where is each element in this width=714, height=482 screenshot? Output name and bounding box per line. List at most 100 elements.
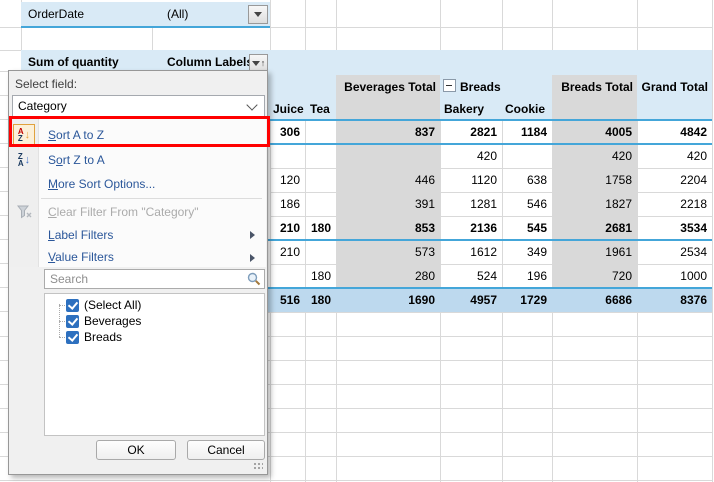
pivot-cell[interactable] [502,144,552,168]
pivot-cell[interactable]: 186 [270,192,305,216]
pivot-cell[interactable]: 349 [502,240,552,264]
pivot-cell[interactable]: 180 [305,264,336,288]
pivot-cell[interactable] [270,144,305,168]
gridline [305,0,306,50]
pivot-cell[interactable]: 196 [502,264,552,288]
search-icon [247,272,261,291]
pivot-cell[interactable]: 546 [502,192,552,216]
pivot-cell[interactable]: 1184 [502,120,552,144]
pivot-cell[interactable]: 391 [336,192,440,216]
pivot-cell[interactable]: 420 [552,144,637,168]
pivot-cell[interactable]: 4842 [637,120,712,144]
pivot-cell[interactable]: 524 [440,264,502,288]
menu-item-value-filters[interactable]: Value Filters [10,246,266,267]
pivot-cell[interactable]: 516 [270,288,305,312]
pivot-cell[interactable] [305,192,336,216]
pivot-cell[interactable]: 2534 [637,240,712,264]
resize-grip[interactable] [253,462,263,471]
pivot-cell[interactable]: 638 [502,168,552,192]
cancel-button[interactable]: Cancel [187,440,265,460]
menu-item-more-sort-options[interactable]: More Sort Options... [10,172,266,196]
pivot-cell[interactable]: 120 [270,168,305,192]
select-field-label: Select field: [15,77,77,91]
pivot-cell[interactable]: 545 [502,216,552,240]
pivot-cell[interactable]: 446 [336,168,440,192]
header-tea[interactable]: Tea [310,100,330,120]
pivot-cell[interactable]: 2204 [637,168,712,192]
pivot-cell[interactable]: 1758 [552,168,637,192]
pivot-cell[interactable]: 210 [270,240,305,264]
pivot-cell[interactable]: 8376 [637,288,712,312]
pivot-cell[interactable]: 2136 [440,216,502,240]
gridline [502,0,503,50]
field-combobox[interactable]: Category [12,95,265,117]
pivot-cell[interactable]: 420 [637,144,712,168]
pivot-cell[interactable]: 1961 [552,240,637,264]
checkbox-checked-icon[interactable] [66,315,79,328]
pivot-cell[interactable]: 2681 [552,216,637,240]
pivot-cell[interactable]: 180 [305,216,336,240]
sort-za-icon: ZA ↓ [13,149,35,171]
pivot-cell[interactable] [305,120,336,144]
filter-item-select-all[interactable]: (Select All) [45,297,264,313]
pivot-cell[interactable]: 6686 [552,288,637,312]
pivot-cell[interactable]: 1120 [440,168,502,192]
pivot-cell[interactable]: 2218 [637,192,712,216]
pivot-grand-total-row: 51618016904957172966868376 [270,288,712,312]
pivot-cell[interactable]: 853 [336,216,440,240]
pivot-cell[interactable]: 720 [552,264,637,288]
pivot-cell[interactable]: 1827 [552,192,637,216]
gridline [305,312,306,482]
gridline [552,0,553,50]
pivot-row: 306 8372821118440054842 [270,120,712,144]
report-filter-dropdown-button[interactable] [248,5,268,24]
filter-item-beverages[interactable]: Beverages [45,313,264,329]
report-filter-field[interactable]: OrderDate [28,2,84,27]
pivot-cell[interactable]: 2821 [440,120,502,144]
pivot-cell[interactable]: 837 [336,120,440,144]
gridline [552,312,553,482]
pivot-cell[interactable]: 1000 [637,264,712,288]
pivot-cell[interactable]: 1729 [502,288,552,312]
gridline [637,312,638,482]
ok-button[interactable]: OK [96,440,176,460]
header-beverages-total[interactable]: Beverages Total [336,75,440,100]
pivot-row: 1802805241967201000 [270,264,712,288]
search-input[interactable] [44,269,265,289]
header-breads-total[interactable]: Breads Total [552,75,637,100]
header-breads-group[interactable]: Breads [443,75,553,100]
pivot-cell[interactable]: 210 [270,216,305,240]
pivot-cell[interactable]: 1690 [336,288,440,312]
sort-ascending-indicator-icon: ↑ [261,59,266,68]
clear-filter-icon [13,201,35,223]
header-cookie[interactable]: Cookie [505,100,545,120]
header-grand-total[interactable]: Grand Total [637,75,712,100]
pivot-cell[interactable]: 180 [305,288,336,312]
pivot-cell[interactable]: 4005 [552,120,637,144]
menu-item-label-filters[interactable]: Label Filters [10,223,266,247]
menu-item-sort-z-to-a[interactable]: ZA ↓ Sort Z to A [10,148,266,172]
pivot-cell[interactable]: 3534 [637,216,712,240]
header-bakery[interactable]: Bakery [444,100,484,120]
report-filter-value[interactable]: (All) [167,2,188,27]
header-juice[interactable]: Juice [273,100,304,120]
pivot-cell[interactable] [336,144,440,168]
filter-item-breads[interactable]: Breads [45,329,264,345]
checkbox-checked-icon[interactable] [66,299,79,312]
pivot-cell[interactable]: 280 [336,264,440,288]
pivot-cell[interactable]: 573 [336,240,440,264]
pivot-cell[interactable]: 1612 [440,240,502,264]
pivot-cell[interactable]: 306 [270,120,305,144]
pivot-cell[interactable] [270,264,305,288]
pivot-cell[interactable]: 4957 [440,288,502,312]
gridline [502,312,503,482]
pivot-cell[interactable] [305,168,336,192]
pivot-cell[interactable] [305,144,336,168]
checkbox-checked-icon[interactable] [66,331,79,344]
menu-separator [41,198,262,199]
collapse-icon[interactable] [443,79,456,92]
pivot-cell[interactable] [305,240,336,264]
pivot-cell[interactable]: 420 [440,144,502,168]
submenu-arrow-icon [250,254,255,262]
pivot-cell[interactable]: 1281 [440,192,502,216]
